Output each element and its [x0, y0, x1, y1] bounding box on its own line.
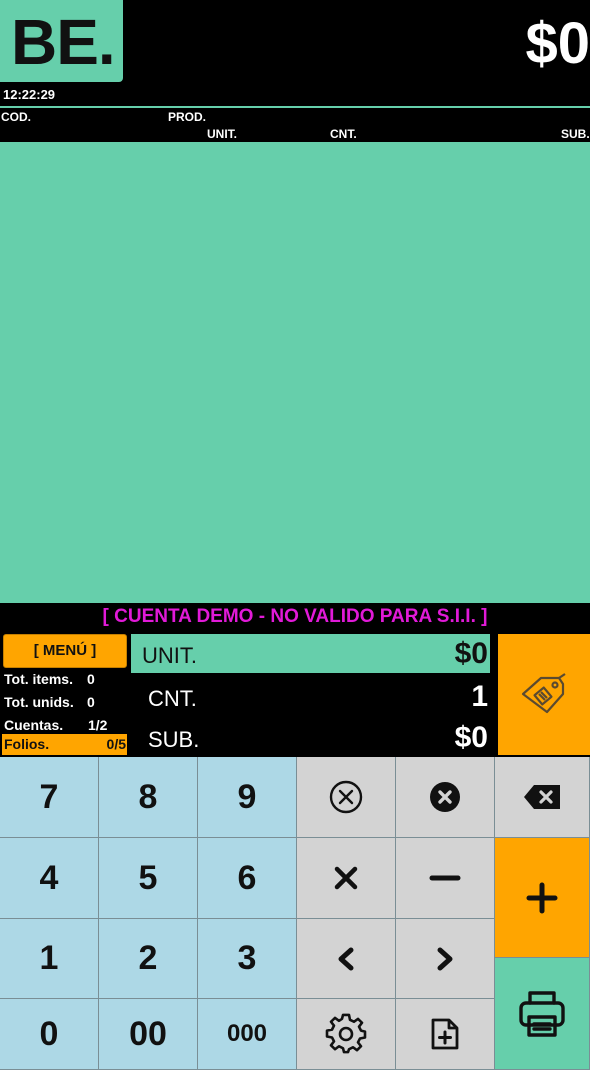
column-cod: COD.: [1, 110, 31, 124]
folios-badge: Folios. 0/5: [2, 734, 127, 755]
backspace-icon: [524, 785, 560, 809]
settings-button[interactable]: [297, 999, 396, 1070]
column-unit: UNIT.: [207, 127, 237, 141]
key-00[interactable]: 00: [99, 999, 198, 1070]
key-7[interactable]: 7: [0, 757, 99, 838]
key-6[interactable]: 6: [198, 838, 297, 919]
app-logo: BE.: [0, 0, 123, 82]
gear-icon: [325, 1013, 367, 1054]
price-tag-button[interactable]: [498, 634, 590, 755]
menu-button[interactable]: [ MENÚ ]: [3, 634, 127, 668]
add-document-button[interactable]: [396, 999, 495, 1070]
previous-button[interactable]: [297, 919, 396, 999]
grand-total: $0: [525, 11, 590, 76]
key-2[interactable]: 2: [99, 919, 198, 999]
header-divider: [0, 106, 590, 108]
chevron-left-icon: [338, 947, 354, 970]
entry-cnt-row[interactable]: CNT. 1: [131, 677, 490, 716]
remove-item-button[interactable]: [396, 757, 495, 838]
key-8[interactable]: 8: [99, 757, 198, 838]
minus-button[interactable]: [396, 838, 495, 919]
backspace-button[interactable]: [495, 757, 590, 838]
plus-icon: [526, 882, 558, 913]
key-1[interactable]: 1: [0, 919, 99, 999]
folios-label: Folios.: [4, 736, 50, 752]
column-cnt: CNT.: [330, 127, 357, 141]
multiply-icon: [334, 866, 358, 890]
demo-banner: [ CUENTA DEMO - NO VALIDO PARA S.I.I. ]: [102, 606, 488, 627]
add-document-icon: [431, 1018, 459, 1050]
column-sub: SUB.: [561, 127, 590, 141]
cuentas-value: 1/2: [88, 717, 108, 733]
key-5[interactable]: 5: [99, 838, 198, 919]
entry-unit-label: UNIT.: [142, 643, 197, 668]
tot-items-label: Tot. items.: [4, 671, 73, 687]
key-3[interactable]: 3: [198, 919, 297, 999]
entry-cnt-label: CNT.: [148, 686, 197, 711]
printer-icon: [519, 990, 565, 1037]
entry-unit-row[interactable]: UNIT. $0: [131, 634, 490, 673]
remove-filled-icon: [430, 782, 460, 812]
minus-icon: [429, 875, 461, 881]
entry-sub-label: SUB.: [148, 727, 200, 752]
price-tag-icon: [521, 672, 566, 713]
tot-unids-label: Tot. unids.: [4, 694, 74, 710]
clear-circle-icon: [329, 780, 363, 814]
clock: 12:22:29: [3, 87, 56, 102]
tot-unids-value: 0: [87, 694, 95, 710]
plus-button[interactable]: [495, 838, 590, 958]
entry-cnt-value: 1: [471, 680, 488, 713]
tot-items-value: 0: [87, 671, 95, 687]
next-button[interactable]: [396, 919, 495, 999]
multiply-button[interactable]: [297, 838, 396, 919]
key-4[interactable]: 4: [0, 838, 99, 919]
entry-unit-value: $0: [454, 637, 488, 670]
entry-sub-row[interactable]: SUB. $0: [131, 718, 490, 757]
item-list[interactable]: [0, 142, 590, 603]
key-0[interactable]: 0: [0, 999, 99, 1070]
folios-value: 0/5: [106, 736, 126, 752]
key-9[interactable]: 9: [198, 757, 297, 838]
print-button[interactable]: [495, 958, 590, 1070]
cuentas-label: Cuentas.: [4, 717, 64, 733]
entry-sub-value: $0: [454, 721, 488, 754]
clear-circle-button[interactable]: [297, 757, 396, 838]
chevron-right-icon: [437, 947, 453, 970]
column-prod: PROD.: [168, 110, 207, 124]
key-000[interactable]: 000: [198, 999, 297, 1070]
